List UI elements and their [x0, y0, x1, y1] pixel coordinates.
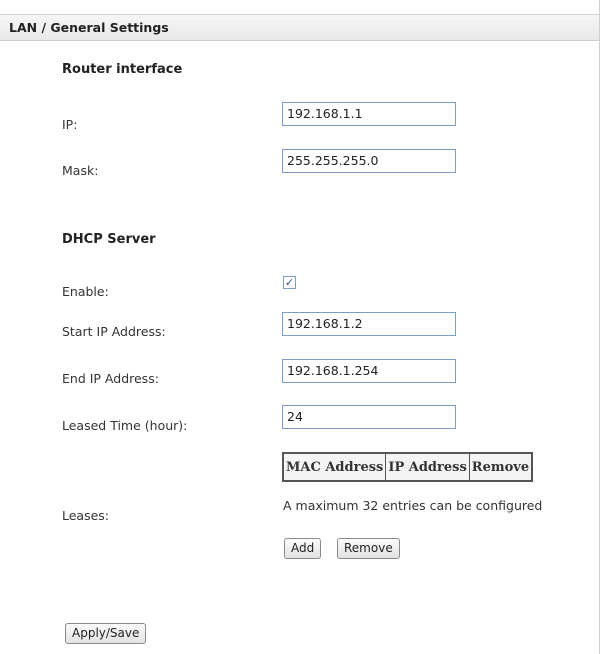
ip-address-header: IP Address [385, 452, 470, 482]
page-title: LAN / General Settings [9, 20, 169, 35]
leases-label: Leases: [62, 508, 110, 523]
leases-table-header-row: MAC Address IP Address Remove [282, 452, 533, 482]
end-ip-label: End IP Address: [62, 371, 159, 386]
remove-button[interactable]: Remove [337, 538, 400, 559]
remove-header: Remove [468, 452, 533, 482]
dhcp-server-heading: DHCP Server [62, 232, 156, 247]
mask-label: Mask: [62, 163, 99, 178]
start-ip-input[interactable]: 192.168.1.2 [282, 312, 456, 336]
ip-input[interactable]: 192.168.1.1 [282, 102, 456, 126]
add-button[interactable]: Add [284, 538, 322, 559]
leases-table: MAC Address IP Address Remove [282, 452, 534, 482]
mask-input[interactable]: 255.255.255.0 [282, 149, 456, 173]
max-entries-note: A maximum 32 entries can be configured [283, 498, 543, 513]
dhcp-enable-checkbox[interactable]: ✓ [283, 276, 296, 289]
checkmark-icon: ✓ [284, 276, 295, 289]
end-ip-input[interactable]: 192.168.1.254 [282, 359, 456, 383]
enable-label: Enable: [62, 284, 109, 299]
settings-panel: LAN / General Settings Router interface … [0, 0, 600, 654]
start-ip-label: Start IP Address: [62, 324, 166, 339]
router-interface-heading: Router interface [62, 62, 183, 77]
mac-address-header: MAC Address [282, 452, 387, 482]
leased-time-input[interactable]: 24 [282, 405, 456, 429]
leased-time-label: Leased Time (hour): [62, 418, 188, 433]
header-bar: LAN / General Settings [0, 14, 599, 41]
apply-save-button[interactable]: Apply/Save [65, 623, 147, 644]
ip-label: IP: [62, 117, 78, 132]
